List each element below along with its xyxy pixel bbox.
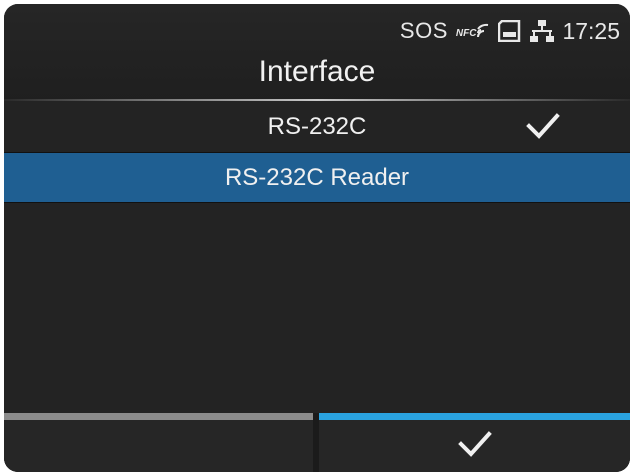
page-title: Interface (258, 55, 376, 88)
back-button[interactable] (4, 413, 313, 472)
clock: 17:25 (562, 17, 620, 44)
network-icon (530, 20, 555, 42)
sos-indicator: SOS (399, 18, 448, 43)
header: SOS NFC 17:25 Interface (4, 4, 630, 101)
nfc-waves-icon (477, 23, 489, 38)
empty-list-area (4, 203, 630, 413)
option-label: RS-232C Reader (224, 163, 410, 191)
option-label: RS-232C (267, 112, 367, 140)
option-list: RS-232C RS-232C Reader (4, 101, 630, 203)
printer-screen: SOS NFC 17:25 Interface RS-232C RS-232C … (4, 4, 630, 472)
check-icon (457, 431, 492, 457)
check-icon (526, 113, 560, 139)
footer (4, 413, 630, 472)
sd-card-icon (498, 20, 521, 42)
option-rs232c-reader[interactable]: RS-232C Reader (4, 153, 630, 203)
nfc-icon: NFC (456, 23, 491, 39)
nfc-label: NFC (455, 28, 477, 39)
option-rs232c[interactable]: RS-232C (4, 101, 630, 153)
status-bar: SOS NFC 17:25 (400, 16, 620, 46)
confirm-button[interactable] (319, 413, 630, 472)
